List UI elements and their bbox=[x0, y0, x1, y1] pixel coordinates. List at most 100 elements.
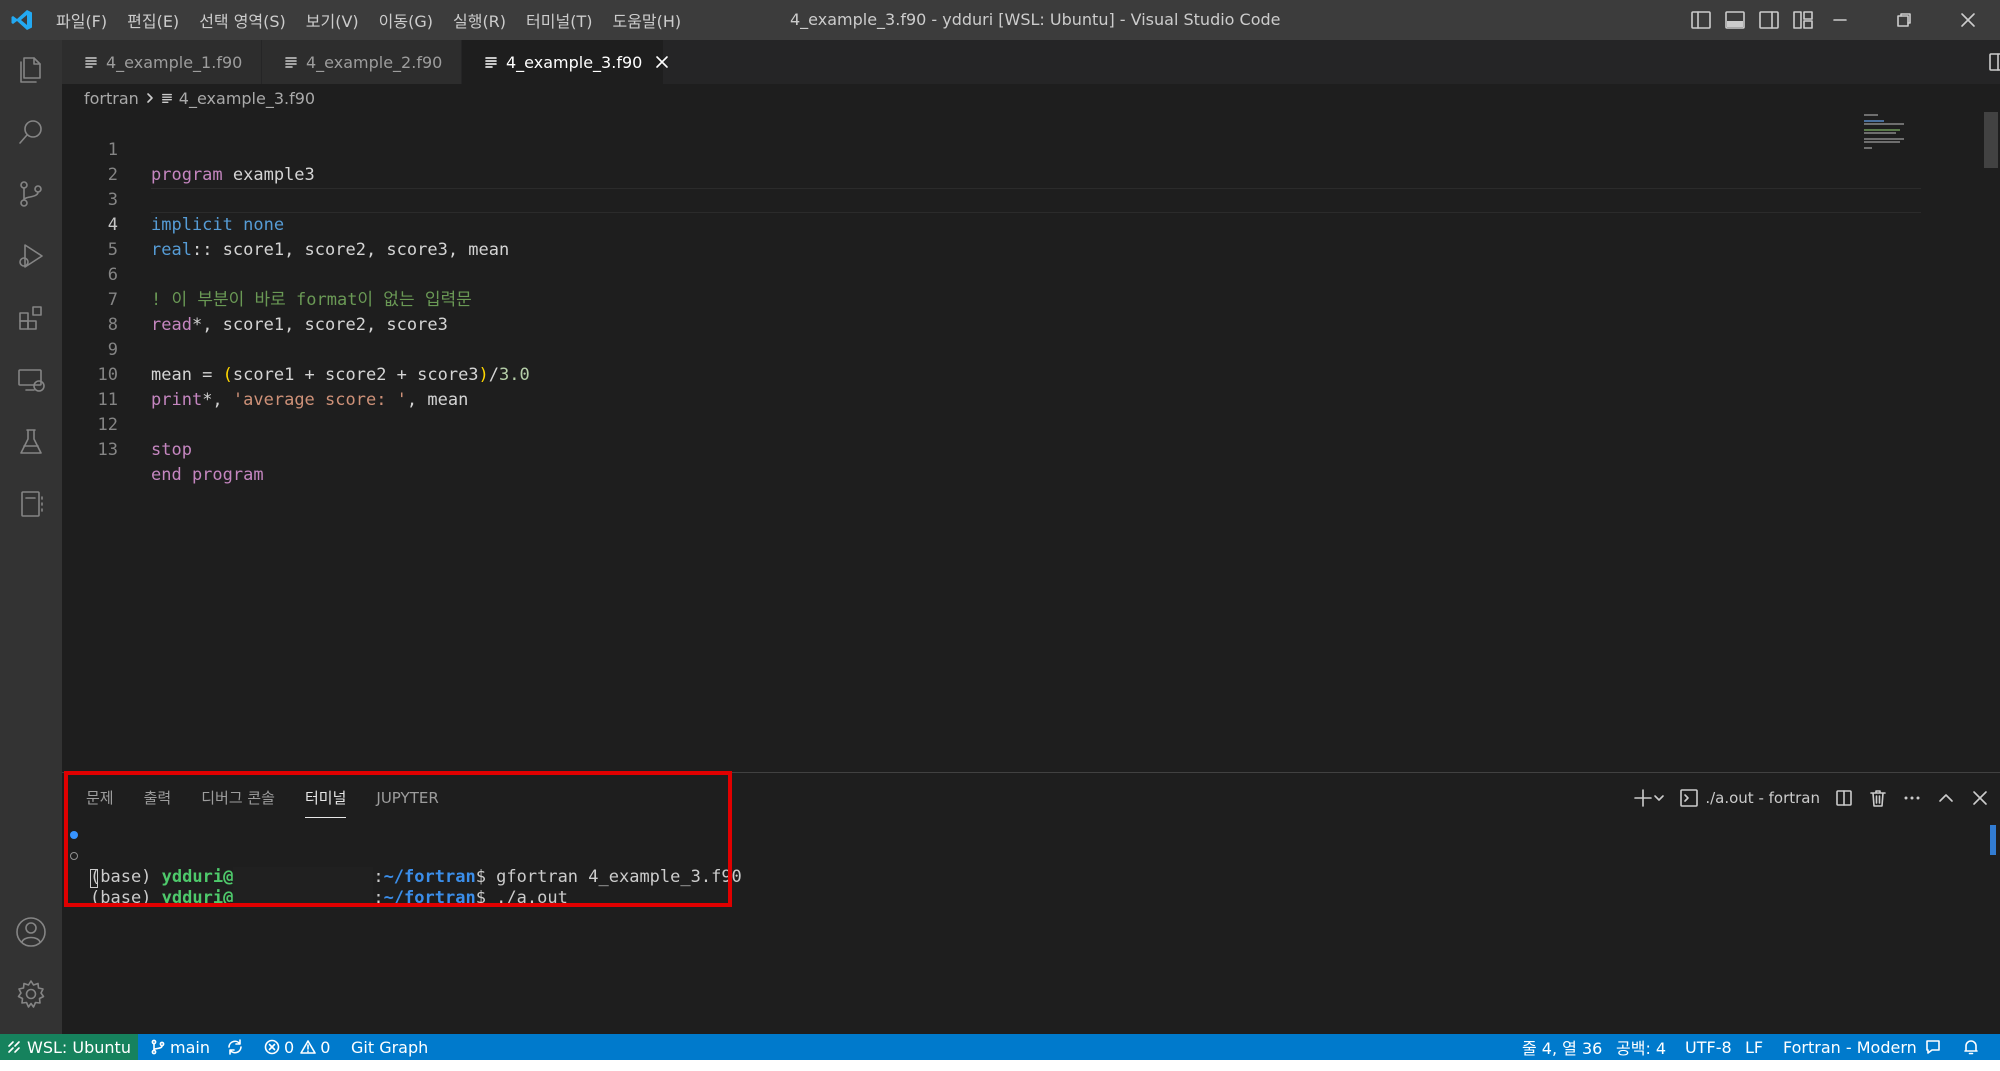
branch-indicator[interactable]: main bbox=[150, 1034, 210, 1060]
minimize-icon bbox=[1833, 19, 1847, 21]
tab-4-example-1[interactable]: 4_example_1.f90 bbox=[62, 40, 262, 84]
menu-terminal[interactable]: 터미널(T) bbox=[526, 8, 592, 32]
encoding[interactable]: UTF-8 bbox=[1685, 1034, 1732, 1060]
menu-help[interactable]: 도움말(H) bbox=[612, 8, 681, 32]
code-line: 13 end program bbox=[62, 413, 1862, 485]
explorer-button[interactable] bbox=[0, 44, 62, 96]
language-mode[interactable]: Fortran - Modern bbox=[1783, 1034, 1917, 1060]
menu-view[interactable]: 보기(V) bbox=[306, 8, 359, 32]
title-bar: 파일(F) 편집(E) 선택 영역(S) 보기(V) 이동(G) 실행(R) 터… bbox=[0, 0, 2000, 40]
flask-icon bbox=[20, 429, 42, 454]
plus-icon bbox=[1634, 789, 1653, 807]
restore-icon bbox=[1897, 13, 1911, 27]
code-line: 8 bbox=[62, 288, 1862, 335]
indentation[interactable]: 공백: 4 bbox=[1616, 1034, 1666, 1060]
maximize-panel-button[interactable] bbox=[1936, 788, 1956, 808]
menu-file[interactable]: 파일(F) bbox=[56, 8, 107, 32]
file-lines-icon bbox=[84, 55, 98, 69]
cursor-position[interactable]: 줄 4, 열 36 bbox=[1522, 1034, 1602, 1060]
sync-button[interactable] bbox=[226, 1034, 244, 1060]
testing-button[interactable] bbox=[0, 416, 62, 468]
menu-run[interactable]: 실행(R) bbox=[453, 8, 506, 32]
extensions-icon bbox=[19, 306, 42, 330]
remote-explorer-button[interactable] bbox=[0, 354, 62, 406]
split-icon bbox=[1836, 790, 1852, 806]
breadcrumb: fortran 4_example_3.f90 bbox=[84, 84, 315, 112]
code-line: 5 bbox=[62, 213, 1862, 260]
trash-icon bbox=[1870, 790, 1886, 807]
toggle-panel-icon[interactable] bbox=[1722, 8, 1748, 32]
activity-bar bbox=[0, 40, 62, 1034]
run-debug-icon bbox=[19, 244, 43, 268]
account-icon bbox=[16, 917, 46, 947]
scrollbar-thumb[interactable] bbox=[1984, 112, 1998, 168]
minimize-button[interactable] bbox=[1808, 0, 1872, 40]
menu-go[interactable]: 이동(G) bbox=[379, 8, 433, 32]
taskbar-strip bbox=[0, 1060, 2000, 1071]
chevron-down-icon bbox=[1654, 795, 1665, 801]
close-icon bbox=[1973, 791, 1987, 805]
code-line: 6 ! 이 부분이 바로 format이 없는 입력문 bbox=[62, 238, 1862, 310]
search-button[interactable] bbox=[0, 106, 62, 158]
tab-label: 4_example_2.f90 bbox=[306, 52, 443, 72]
file-lines-icon bbox=[161, 92, 173, 104]
chevron-right-icon bbox=[145, 92, 155, 104]
kill-terminal-button[interactable] bbox=[1868, 788, 1888, 808]
extensions-button[interactable] bbox=[0, 292, 62, 344]
accounts-button[interactable] bbox=[0, 906, 62, 958]
feedback-button[interactable] bbox=[1924, 1034, 1942, 1060]
ellipsis-icon bbox=[1904, 796, 1920, 800]
tab-4-example-3[interactable]: 4_example_3.f90 bbox=[462, 40, 669, 84]
breadcrumb-folder[interactable]: fortran bbox=[84, 89, 139, 108]
vscode-logo-icon bbox=[10, 8, 34, 32]
menu-selection[interactable]: 선택 영역(S) bbox=[199, 8, 286, 32]
status-bar: WSL: Ubuntu main 0 0 Git Graph 줄 4, 열 36… bbox=[0, 1034, 2000, 1060]
git-graph-button[interactable]: Git Graph bbox=[351, 1034, 428, 1060]
new-terminal-button[interactable] bbox=[1633, 788, 1665, 808]
code-editor[interactable]: 1 program example3 2 3 implicit none 4 r… bbox=[62, 112, 2000, 772]
breadcrumb-file[interactable]: 4_example_3.f90 bbox=[179, 89, 315, 108]
code-line: 9 mean = (score1 + score2 + score3)/3.0 bbox=[62, 313, 1862, 385]
warning-icon bbox=[300, 1040, 316, 1054]
toggle-secondary-sidebar-icon[interactable] bbox=[1756, 8, 1782, 32]
menu-edit[interactable]: 편집(E) bbox=[127, 8, 179, 32]
end-of-line[interactable]: LF bbox=[1745, 1034, 1763, 1060]
files-icon bbox=[20, 57, 41, 83]
close-icon bbox=[1961, 13, 1975, 27]
chevron-up-icon bbox=[1939, 794, 1953, 802]
remote-explorer-icon bbox=[18, 369, 45, 392]
feedback-icon bbox=[1926, 1040, 1940, 1054]
more-panel-actions-button[interactable] bbox=[1902, 788, 1922, 808]
minimap[interactable] bbox=[1862, 112, 1910, 152]
split-terminal-button[interactable] bbox=[1834, 788, 1854, 808]
close-panel-button[interactable] bbox=[1970, 788, 1990, 808]
jupyter-button[interactable] bbox=[0, 478, 62, 530]
remote-indicator[interactable]: WSL: Ubuntu bbox=[0, 1034, 138, 1060]
run-debug-button[interactable] bbox=[0, 230, 62, 282]
source-control-button[interactable] bbox=[0, 168, 62, 220]
remote-icon bbox=[8, 1041, 20, 1053]
problems-indicator[interactable]: 0 0 bbox=[264, 1034, 330, 1060]
notifications-button[interactable] bbox=[1962, 1034, 1980, 1060]
manage-button[interactable] bbox=[0, 968, 62, 1020]
editor-scrollbar[interactable] bbox=[1984, 112, 1998, 772]
panel-actions: ./a.out - fortran bbox=[1619, 785, 1990, 811]
toggle-primary-sidebar-icon[interactable] bbox=[1688, 8, 1714, 32]
restore-button[interactable] bbox=[1872, 0, 1936, 40]
code-token: stop bbox=[151, 440, 192, 460]
tab-4-example-2[interactable]: 4_example_2.f90 bbox=[262, 40, 462, 84]
code-token: end program bbox=[151, 465, 264, 485]
close-tab-icon[interactable] bbox=[654, 54, 670, 70]
warning-count: 0 bbox=[320, 1037, 331, 1057]
tab-label: 4_example_3.f90 bbox=[506, 52, 643, 72]
file-lines-icon bbox=[484, 55, 498, 69]
layout-controls bbox=[1688, 8, 1824, 32]
terminal-scrollbar[interactable] bbox=[1990, 825, 1996, 855]
branch-name: main bbox=[170, 1037, 210, 1057]
tab-label: 4_example_1.f90 bbox=[106, 52, 243, 72]
terminal-selector[interactable]: ./a.out - fortran bbox=[1679, 788, 1820, 808]
window-title: 4_example_3.f90 - ydduri [WSL: Ubuntu] -… bbox=[790, 10, 1281, 29]
editor-tab-bar: 4_example_1.f90 4_example_2.f90 4_exampl… bbox=[62, 40, 2000, 84]
split-editor-icon[interactable] bbox=[1986, 50, 2000, 74]
close-window-button[interactable] bbox=[1936, 0, 2000, 40]
